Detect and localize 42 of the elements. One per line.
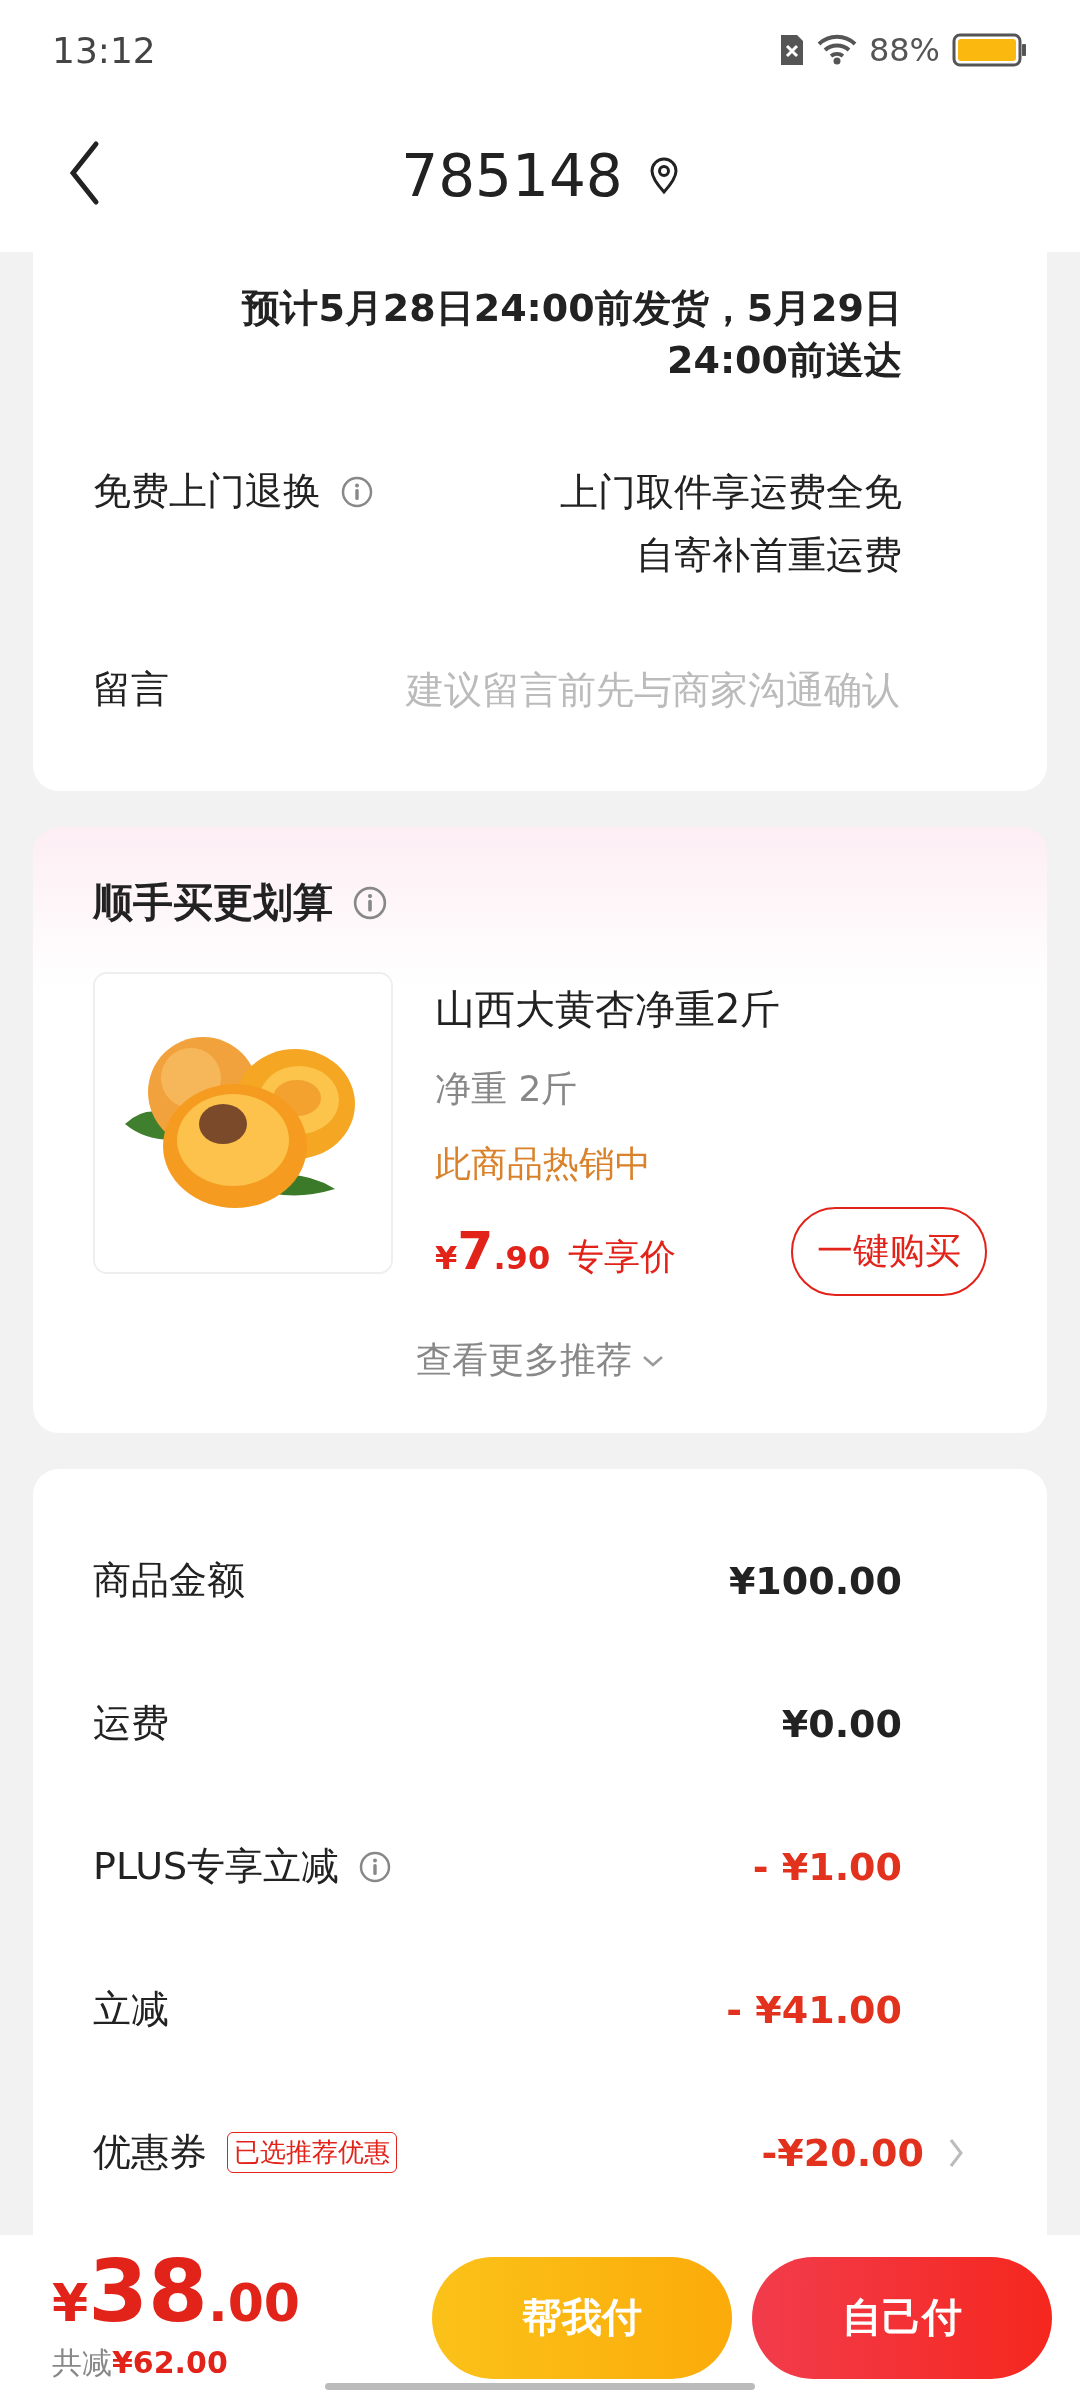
summary-value: - ¥1.00 (752, 1844, 902, 1889)
battery-icon (952, 33, 1028, 67)
info-icon[interactable] (353, 885, 387, 920)
summary-label: 运费 (93, 1700, 169, 1747)
message-label: 留言 (93, 666, 169, 713)
summary-label: 优惠券 (93, 2129, 207, 2176)
delivery-estimate: 24:00前送达 (667, 337, 902, 384)
wifi-icon (816, 34, 857, 66)
summary-label: 商品金额 (93, 1557, 245, 1604)
chevron-down-icon (642, 1354, 664, 1367)
price-label: 专享价 (568, 1236, 677, 1278)
summary-value: ¥100.00 (728, 1558, 902, 1603)
hot-sale-label: 此商品热销中 (435, 1142, 652, 1186)
summary-value: -¥20.00 (761, 2130, 924, 2175)
summary-label: 立减 (93, 1986, 169, 2033)
product-name[interactable]: 山西大黄杏净重2斤 (435, 982, 987, 1037)
chevron-right-icon[interactable] (948, 2136, 964, 2169)
return-service-value: 上门取件享运费全免 (560, 469, 902, 516)
summary-value: - ¥41.00 (726, 1987, 902, 2032)
page-title: 785148 (401, 142, 623, 210)
total-saved: 共减¥62.00 (52, 2344, 229, 2382)
buy-now-button[interactable]: 一键购买 (791, 1207, 987, 1296)
message-field[interactable]: 建议留言前先与商家沟通确认 (338, 666, 902, 713)
sim-card-icon (778, 33, 805, 67)
total-price: ¥38.00 (52, 2251, 300, 2343)
return-service-value: 自寄补首重运费 (636, 532, 902, 579)
section-title: 顺手买更划算 (93, 878, 333, 927)
location-pin-icon[interactable] (648, 157, 679, 195)
status-time: 13:12 (52, 29, 156, 71)
battery-percent: 88% (868, 31, 940, 69)
coupon-tag: 已选推荐优惠 (227, 2132, 397, 2173)
more-recommendations-link[interactable]: 查看更多推荐 (416, 1336, 664, 1385)
back-icon[interactable] (68, 140, 100, 206)
pay-button[interactable]: 自己付 (752, 2256, 1052, 2379)
product-price: ¥7.90 (435, 1220, 551, 1283)
summary-label: PLUS专享立减 (93, 1843, 340, 1890)
return-service-label: 免费上门退换 (93, 468, 321, 515)
info-icon[interactable] (341, 475, 373, 508)
info-icon[interactable] (359, 1850, 392, 1883)
delivery-estimate: 预计5月28日24:00前发货，5月29日 (242, 285, 902, 332)
summary-value: ¥0.00 (781, 1701, 902, 1746)
product-spec: 净重 2斤 (435, 1067, 579, 1111)
